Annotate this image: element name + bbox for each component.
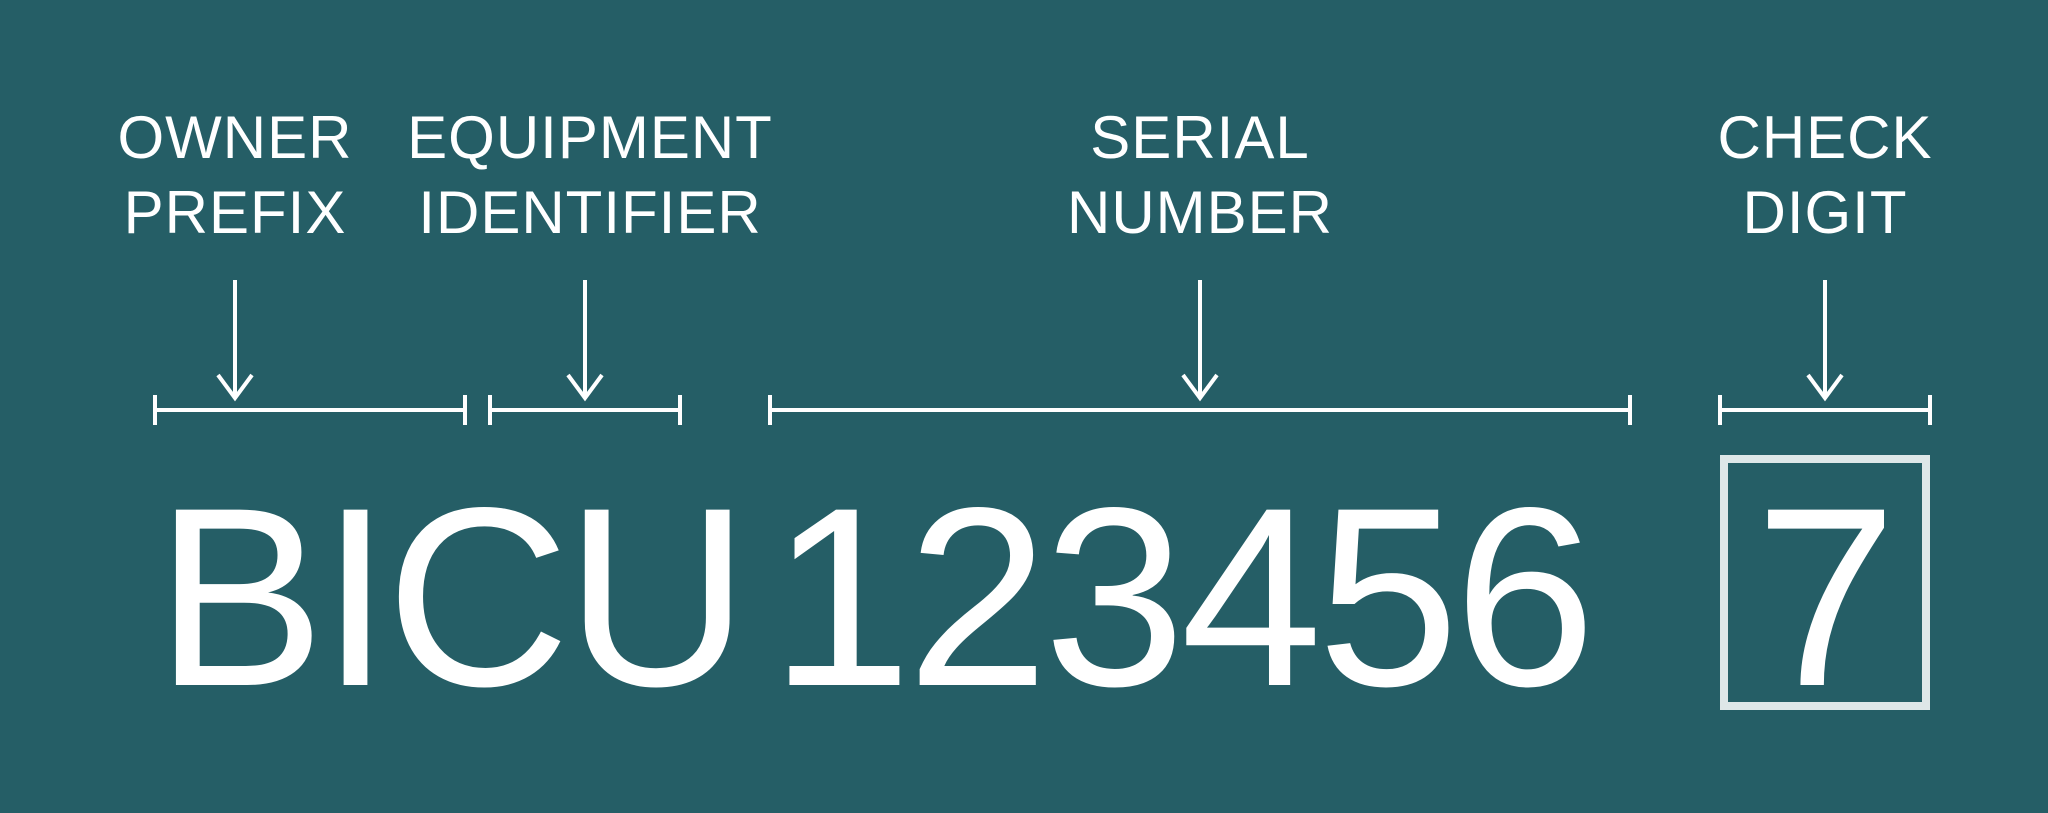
label-text: DIGIT: [1743, 179, 1908, 246]
value-owner-prefix: BICU: [155, 470, 744, 725]
label-text: OWNER: [118, 104, 353, 171]
label-check-digit: CHECK DIGIT: [1700, 100, 1950, 250]
label-text: CHECK: [1717, 104, 1932, 171]
label-text: PREFIX: [124, 179, 347, 246]
container-code-diagram: OWNER PREFIX EQUIPMENT IDENTIFIER SERIAL…: [0, 0, 2048, 813]
value-text: U: [565, 455, 744, 740]
value-check-digit: 7: [1755, 470, 1892, 725]
value-text: BIC: [155, 455, 565, 740]
label-text: NUMBER: [1067, 179, 1333, 246]
label-text: SERIAL: [1090, 104, 1309, 171]
label-text: EQUIPMENT: [407, 104, 773, 171]
label-serial-number: SERIAL NUMBER: [1050, 100, 1350, 250]
value-serial-number: 123456: [770, 470, 1591, 725]
label-equipment-identifier: EQUIPMENT IDENTIFIER: [400, 100, 780, 250]
label-owner-prefix: OWNER PREFIX: [85, 100, 385, 250]
label-text: IDENTIFIER: [418, 179, 761, 246]
